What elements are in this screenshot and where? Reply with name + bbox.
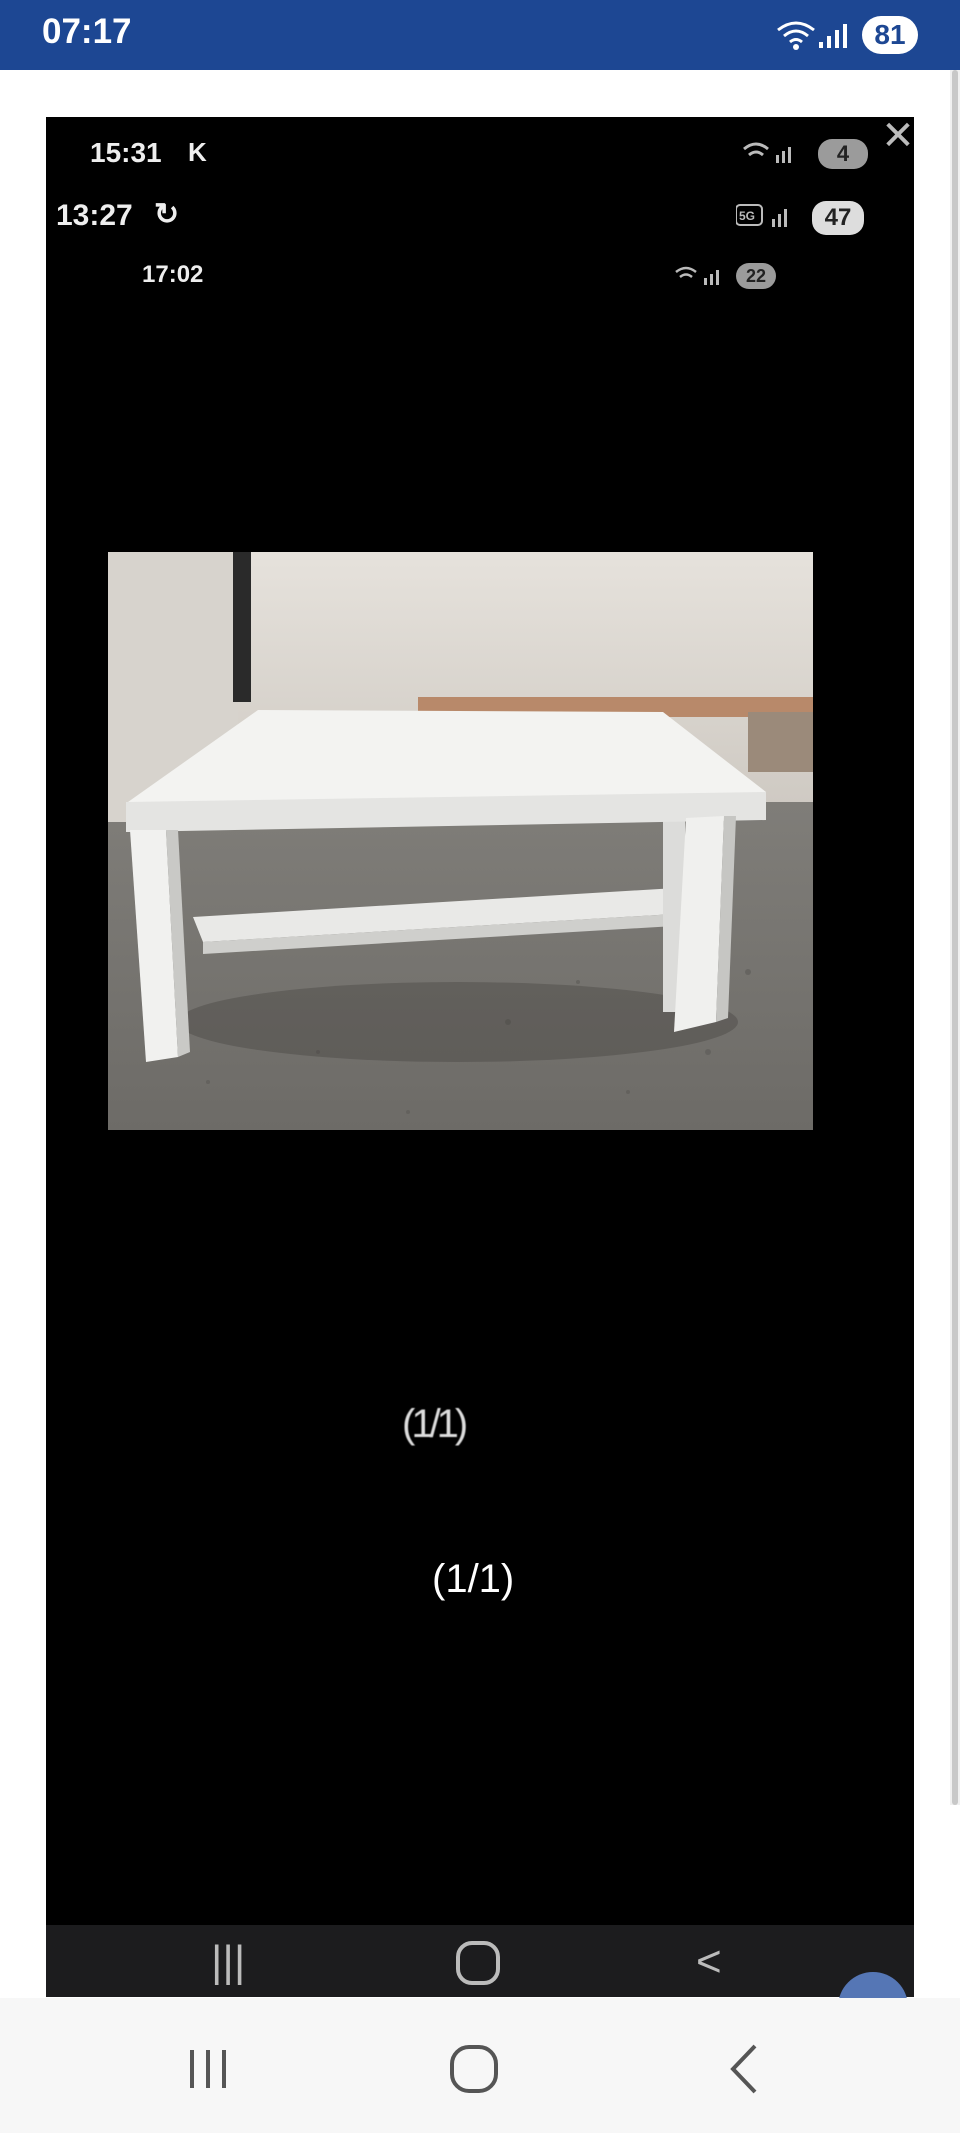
nested-time-2: 13:27 <box>56 199 133 232</box>
image-counter: (1/1) <box>432 1557 515 1601</box>
inner-nav-bar: ||| < <box>46 1925 914 1997</box>
status-time: 07:17 <box>42 12 132 51</box>
image-viewer: 15:31 K 4 13:27 ↻ 5G 47 17:02 22 (1/1) (… <box>46 117 914 1997</box>
close-icon[interactable]: ✕ <box>880 116 916 156</box>
nested-status-bar-2: 13:27 ↻ 5G 47 <box>46 177 914 237</box>
nested-battery-2: 47 <box>812 201 864 235</box>
inner-home-icon <box>454 1939 502 1997</box>
nested-time-3: 17:02 <box>142 261 204 288</box>
recents-icon[interactable] <box>180 2038 240 2098</box>
nested-status-bar-3: 17:02 22 <box>46 237 914 289</box>
product-photo[interactable] <box>108 552 813 1130</box>
svg-text:5G: 5G <box>739 209 755 223</box>
nested-extra-1: K <box>188 137 207 167</box>
nested-wifi-icon <box>742 141 796 170</box>
status-bar: 07:17 81 <box>0 0 960 70</box>
scroll-thumb[interactable] <box>952 70 958 1805</box>
nested-wifi-icon-2 <box>674 265 724 292</box>
ghost-counter: (1/1) <box>402 1402 468 1446</box>
nested-battery-1: 4 <box>818 139 868 169</box>
nested-battery-3: 22 <box>736 263 776 289</box>
back-icon[interactable] <box>715 2038 775 2098</box>
inner-back-icon: < <box>696 1937 722 1986</box>
home-icon[interactable] <box>445 2038 505 2098</box>
nested-5g-icon: 5G <box>735 203 796 234</box>
battery-indicator: 81 <box>862 16 918 54</box>
nested-status-bar-1: 15:31 K 4 <box>46 117 914 177</box>
nested-time-1: 15:31 <box>90 137 162 168</box>
inner-recents-icon: ||| <box>211 1937 246 1986</box>
signal-icon <box>818 22 848 55</box>
nav-bar <box>0 1998 960 2133</box>
sync-icon: ↻ <box>154 198 180 231</box>
wifi-icon <box>776 20 816 57</box>
